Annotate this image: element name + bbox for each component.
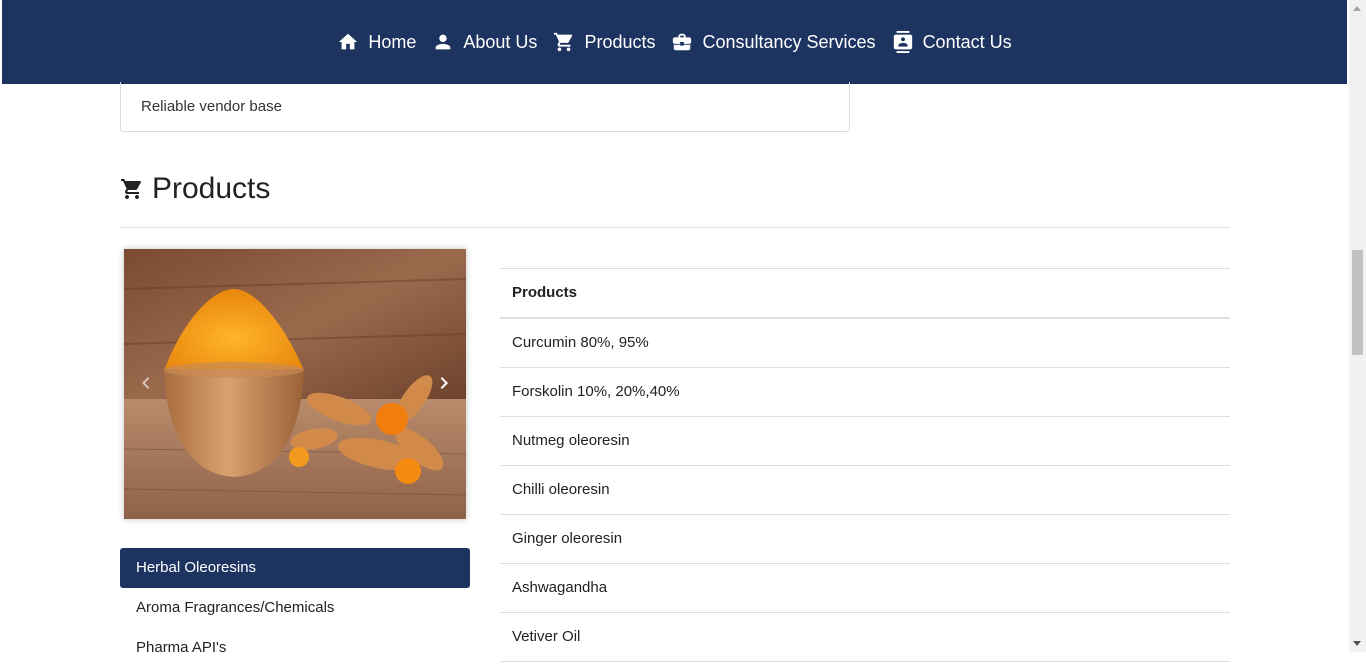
nav-item-label: Contact Us bbox=[922, 31, 1012, 52]
nav-item-home[interactable]: Home bbox=[337, 31, 416, 53]
carousel-next-button[interactable] bbox=[432, 371, 456, 395]
nav-item-label: About Us bbox=[463, 31, 538, 52]
nav-item-consultancy-services[interactable]: Consultancy Services bbox=[671, 31, 876, 53]
nav-item-contact-us[interactable]: Contact Us bbox=[892, 31, 1012, 53]
section-divider bbox=[120, 227, 1230, 228]
chevron-left-icon bbox=[142, 377, 150, 389]
category-aroma-fragrances[interactable]: Aroma Fragrances/Chemicals bbox=[120, 588, 470, 628]
scroll-up-arrow-icon[interactable] bbox=[1353, 6, 1361, 11]
page-scrollbar[interactable] bbox=[1349, 0, 1366, 652]
category-herbal-oleoresins[interactable]: Herbal Oleoresins bbox=[120, 548, 470, 588]
scroll-thumb[interactable] bbox=[1352, 250, 1363, 355]
section-title: Products bbox=[152, 172, 271, 205]
nav-item-label: Home bbox=[368, 31, 417, 52]
table-row: Curcumin 80%, 95% bbox=[500, 319, 1230, 368]
table-row: Chilli oleoresin bbox=[500, 466, 1230, 515]
top-navbar: Home About Us Products Consultancy Servi… bbox=[2, 0, 1347, 84]
table-row: Ginger oleoresin bbox=[500, 515, 1230, 564]
briefcase-icon bbox=[671, 31, 693, 53]
nav-item-label: Products bbox=[584, 31, 656, 52]
table-row: Ashwagandha bbox=[500, 564, 1230, 613]
table-row: Forskolin 10%, 20%,40% bbox=[500, 368, 1230, 417]
home-icon bbox=[337, 31, 359, 53]
nav-item-products[interactable]: Products bbox=[553, 31, 655, 53]
scroll-down-arrow-icon[interactable] bbox=[1353, 641, 1361, 646]
carousel-prev-button[interactable] bbox=[134, 371, 158, 395]
products-section-heading: Products bbox=[120, 172, 270, 206]
product-category-list: Herbal Oleoresins Aroma Fragrances/Chemi… bbox=[120, 548, 470, 668]
nav-item-about-us[interactable]: About Us bbox=[432, 31, 537, 53]
cart-icon bbox=[553, 31, 575, 53]
nav-list: Home About Us Products Consultancy Servi… bbox=[329, 31, 1019, 53]
products-table: Products Curcumin 80%, 95% Forskolin 10%… bbox=[500, 268, 1230, 662]
person-icon bbox=[432, 31, 454, 53]
feature-card: Reliable vendor base bbox=[120, 82, 850, 132]
table-row: Nutmeg oleoresin bbox=[500, 417, 1230, 466]
turmeric-product-image bbox=[124, 249, 466, 519]
table-header: Products bbox=[500, 269, 1230, 319]
chevron-right-icon bbox=[440, 377, 448, 389]
nav-item-label: Consultancy Services bbox=[702, 31, 876, 52]
table-row: Vetiver Oil bbox=[500, 613, 1230, 662]
feature-card-text: Reliable vendor base bbox=[141, 98, 282, 115]
cart-icon bbox=[120, 177, 144, 201]
product-image-carousel[interactable] bbox=[124, 249, 466, 519]
category-pharma-apis[interactable]: Pharma API's bbox=[120, 628, 470, 668]
contact-card-icon bbox=[892, 31, 914, 53]
